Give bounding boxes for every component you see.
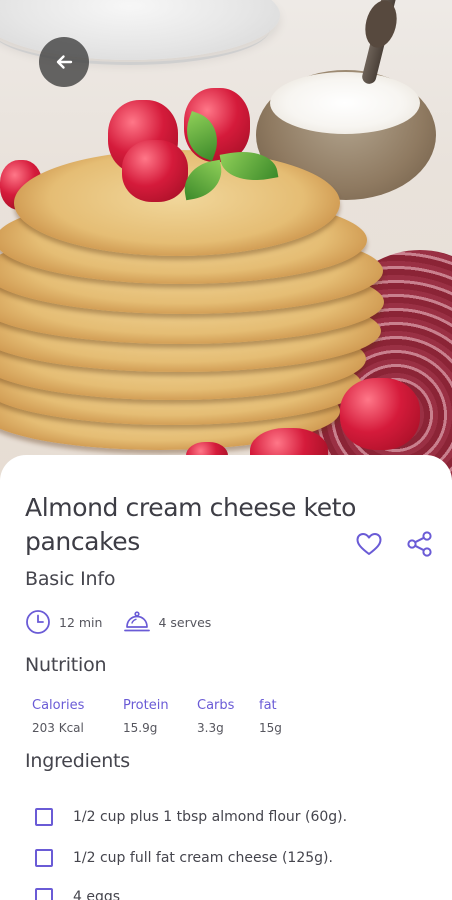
serves-count: 4 serves — [158, 614, 212, 630]
nutrition-value: 15g — [259, 721, 282, 735]
serves-info: 4 serves — [124, 610, 211, 634]
raspberry — [340, 378, 420, 450]
nutrition-heading: Nutrition — [25, 654, 107, 676]
nutrition-label: Carbs — [197, 698, 235, 713]
nutrition-label: Protein — [123, 698, 169, 713]
nutrition-label: fat — [259, 698, 277, 713]
ingredient-text: 1/2 cup plus 1 tbsp almond flour (60g). — [73, 809, 348, 825]
ingredient-checkbox[interactable] — [35, 849, 53, 867]
heart-icon[interactable] — [355, 530, 383, 558]
nutrition-fat: fat 15g — [259, 698, 282, 735]
ingredient-text: 4 eggs — [73, 889, 121, 900]
back-button[interactable] — [39, 37, 89, 87]
recipe-details-sheet: Almond cream cheese keto pancakes Basic … — [0, 455, 452, 900]
basic-info-row: 12 min 4 serves — [25, 609, 211, 635]
nutrition-protein: Protein 15.9g — [123, 698, 169, 735]
ingredient-item: 4 eggs — [35, 888, 120, 900]
ingredient-text: 1/2 cup full fat cream cheese (125g). — [73, 850, 333, 866]
nutrition-value: 203 Kcal — [32, 721, 84, 735]
nutrition-value: 3.3g — [197, 721, 224, 735]
recipe-title: Almond cream cheese keto pancakes — [25, 493, 357, 556]
ingredient-checkbox[interactable] — [35, 888, 53, 900]
spoon-head — [360, 0, 402, 51]
nutrition-label: Calories — [32, 698, 85, 713]
basic-info-heading: Basic Info — [25, 568, 116, 590]
ingredient-checkbox[interactable] — [35, 808, 53, 826]
cook-time: 12 min — [59, 614, 103, 630]
share-icon[interactable] — [406, 530, 434, 558]
nutrition-value: 15.9g — [123, 721, 158, 735]
clock-icon — [26, 610, 50, 634]
time-info: 12 min — [25, 609, 102, 635]
arrow-left-icon — [56, 55, 73, 69]
ingredients-heading: Ingredients — [25, 750, 131, 772]
ingredient-item: 1/2 cup full fat cream cheese (125g). — [35, 849, 333, 867]
nutrition-calories: Calories 203 Kcal — [32, 698, 84, 735]
raspberry — [122, 140, 188, 202]
flour — [270, 72, 420, 134]
serving-dish-icon — [124, 611, 151, 632]
nutrition-carbs: Carbs 3.3g — [197, 698, 234, 735]
ingredient-item: 1/2 cup plus 1 tbsp almond flour (60g). — [35, 808, 347, 826]
